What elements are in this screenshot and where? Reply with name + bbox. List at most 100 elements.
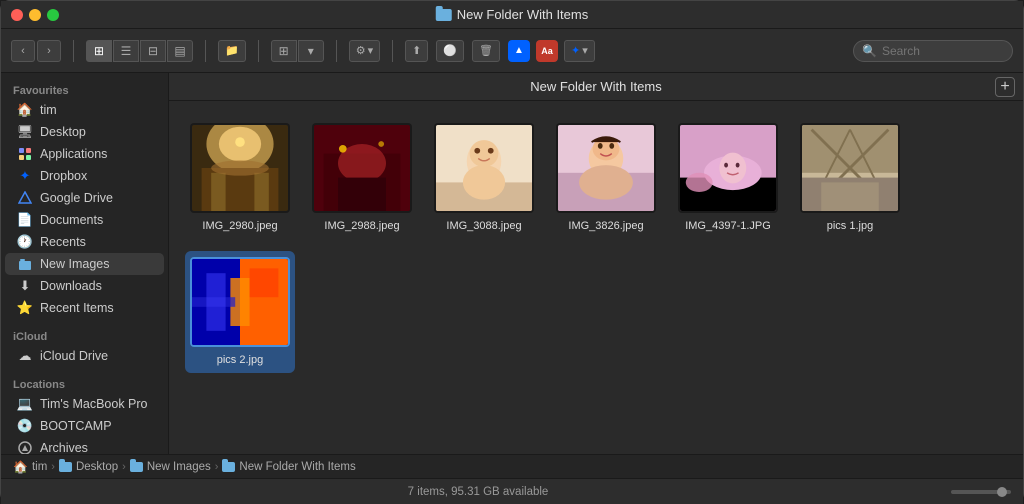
fullscreen-button[interactable] (47, 9, 59, 21)
nav-buttons: ‹ › (11, 40, 61, 62)
sidebar-item-recents[interactable]: 🕐 Recents (5, 231, 164, 253)
sidebar-item-google-drive[interactable]: Google Drive (5, 187, 164, 209)
forward-button[interactable]: › (37, 40, 61, 62)
file-name: pics 2.jpg (213, 353, 267, 367)
sidebar-item-tim[interactable]: 🏠 tim (5, 99, 164, 121)
action-button[interactable]: ⚙ ▾ (349, 40, 380, 62)
breadcrumb-bar: 🏠 tim › Desktop › New Images › New Folde… (1, 454, 1023, 478)
sidebar-item-label: Recents (40, 235, 86, 249)
tag-button[interactable]: ⚪ (436, 40, 464, 62)
sidebar-item-label: Google Drive (40, 191, 113, 205)
breadcrumb-sep: › (122, 461, 126, 473)
sidebar-item-new-images[interactable]: New Images (5, 253, 164, 275)
dropbox-menu-button[interactable]: ✦ ▾ (564, 40, 595, 62)
separator5 (392, 40, 393, 62)
gallery-view-button[interactable]: ▤ (167, 40, 193, 62)
dropbox-label: ✦ (571, 44, 580, 57)
separator2 (205, 40, 206, 62)
home-icon: 🏠 (17, 102, 33, 118)
file-name: IMG_3088.jpeg (442, 219, 525, 233)
sidebar-item-label: iCloud Drive (40, 349, 108, 363)
file-thumbnail (434, 123, 534, 213)
sidebar-item-applications[interactable]: Applications (5, 143, 164, 165)
delete-button[interactable]: 🗑 (472, 40, 500, 62)
close-button[interactable] (11, 9, 23, 21)
minimize-button[interactable] (29, 9, 41, 21)
file-item[interactable]: IMG_3088.jpeg (429, 117, 539, 239)
recents-icon: 🕐 (17, 234, 33, 250)
folder-header-title: New Folder With Items (530, 79, 661, 94)
list-view-button[interactable]: ☰ (113, 40, 139, 62)
breadcrumb-current[interactable]: New Folder With Items (222, 461, 355, 473)
sidebar-item-recent-items[interactable]: ⭐ Recent Items (5, 297, 164, 319)
file-item[interactable]: IMG_3826.jpeg (551, 117, 661, 239)
column-view-button[interactable]: ⊟ (140, 40, 166, 62)
breadcrumb-tim[interactable]: tim (32, 461, 47, 473)
zoom-slider-area (951, 490, 1011, 494)
dropbox-chevron: ▾ (582, 44, 588, 57)
breadcrumb-home-icon: 🏠 (13, 460, 28, 474)
arrange-buttons: ⊞ ▾ (271, 40, 324, 62)
icon-view-button[interactable]: ⊞ (86, 40, 112, 62)
google-drive-icon (17, 190, 33, 206)
file-item[interactable]: pics 1.jpg (795, 117, 905, 239)
sidebar-item-dropbox[interactable]: ✦ Dropbox (5, 165, 164, 187)
titlebar: New Folder With Items (1, 1, 1023, 29)
breadcrumb-desktop[interactable]: Desktop (59, 461, 118, 473)
sidebar-item-desktop[interactable]: 🖥 Desktop (5, 121, 164, 143)
separator3 (258, 40, 259, 62)
file-name: IMG_2980.jpeg (198, 219, 281, 233)
file-name: IMG_3826.jpeg (564, 219, 647, 233)
sidebar-item-archives[interactable]: Archives (5, 437, 164, 454)
breadcrumb-new-images[interactable]: New Images (130, 461, 211, 473)
zoom-slider[interactable] (951, 490, 1011, 494)
file-item[interactable]: IMG_2988.jpeg (307, 117, 417, 239)
add-button[interactable]: + (995, 77, 1015, 97)
file-thumbnail (190, 257, 290, 347)
downloads-icon: ⬇ (17, 278, 33, 294)
sidebar-item-label: New Images (40, 257, 109, 271)
gear-chevron: ▾ (368, 44, 374, 57)
sidebar: Favourites 🏠 tim 🖥 Desktop Applications … (1, 73, 169, 454)
share-button[interactable]: ⬆ (405, 40, 428, 62)
sidebar-item-label: Applications (40, 147, 107, 161)
folder-header: New Folder With Items + (169, 73, 1023, 101)
sidebar-item-downloads[interactable]: ⬇ Downloads (5, 275, 164, 297)
bootcamp-icon: 💿 (17, 418, 33, 434)
window-title: New Folder With Items (436, 7, 588, 22)
separator (73, 40, 74, 62)
file-name: IMG_2988.jpeg (320, 219, 403, 233)
documents-icon: 📄 (17, 212, 33, 228)
search-icon: 🔍 (862, 44, 877, 58)
file-thumbnail (800, 123, 900, 213)
sidebar-item-label: BOOTCAMP (40, 419, 112, 433)
search-box[interactable]: 🔍 (853, 40, 1013, 62)
file-item[interactable]: IMG_2980.jpeg (185, 117, 295, 239)
dictionary-icon[interactable]: Aa (536, 40, 558, 62)
arrange-down-button[interactable]: ▾ (298, 40, 324, 62)
folder-icon (436, 9, 452, 21)
file-thumbnail (556, 123, 656, 213)
breadcrumb-sep: › (215, 461, 219, 473)
status-bar: 7 items, 95.31 GB available (1, 478, 1023, 504)
dropbox-app-icon[interactable]: ▲ (508, 40, 530, 62)
sidebar-item-icloud-drive[interactable]: ☁ iCloud Drive (5, 345, 164, 367)
sidebar-item-label: Recent Items (40, 301, 114, 315)
file-item[interactable]: IMG_4397-1.JPG (673, 117, 783, 239)
arrange-view-button[interactable]: ⊞ (271, 40, 297, 62)
search-input[interactable] (882, 44, 1004, 58)
file-item[interactable]: pics 2.jpg (185, 251, 295, 373)
status-text: 7 items, 95.31 GB available (13, 486, 943, 498)
folder-icon (130, 462, 143, 472)
sidebar-item-bootcamp[interactable]: 💿 BOOTCAMP (5, 415, 164, 437)
back-button[interactable]: ‹ (11, 40, 35, 62)
sidebar-item-label: Dropbox (40, 169, 87, 183)
gear-icon: ⚙ (356, 44, 366, 57)
sidebar-item-label: Tim's MacBook Pro (40, 397, 148, 411)
locations-label: Locations (1, 375, 168, 393)
sidebar-item-macbook[interactable]: 💻 Tim's MacBook Pro (5, 393, 164, 415)
new-folder-button[interactable]: 📁 (218, 40, 246, 62)
file-thumbnail (678, 123, 778, 213)
sidebar-item-documents[interactable]: 📄 Documents (5, 209, 164, 231)
archives-icon (17, 440, 33, 454)
